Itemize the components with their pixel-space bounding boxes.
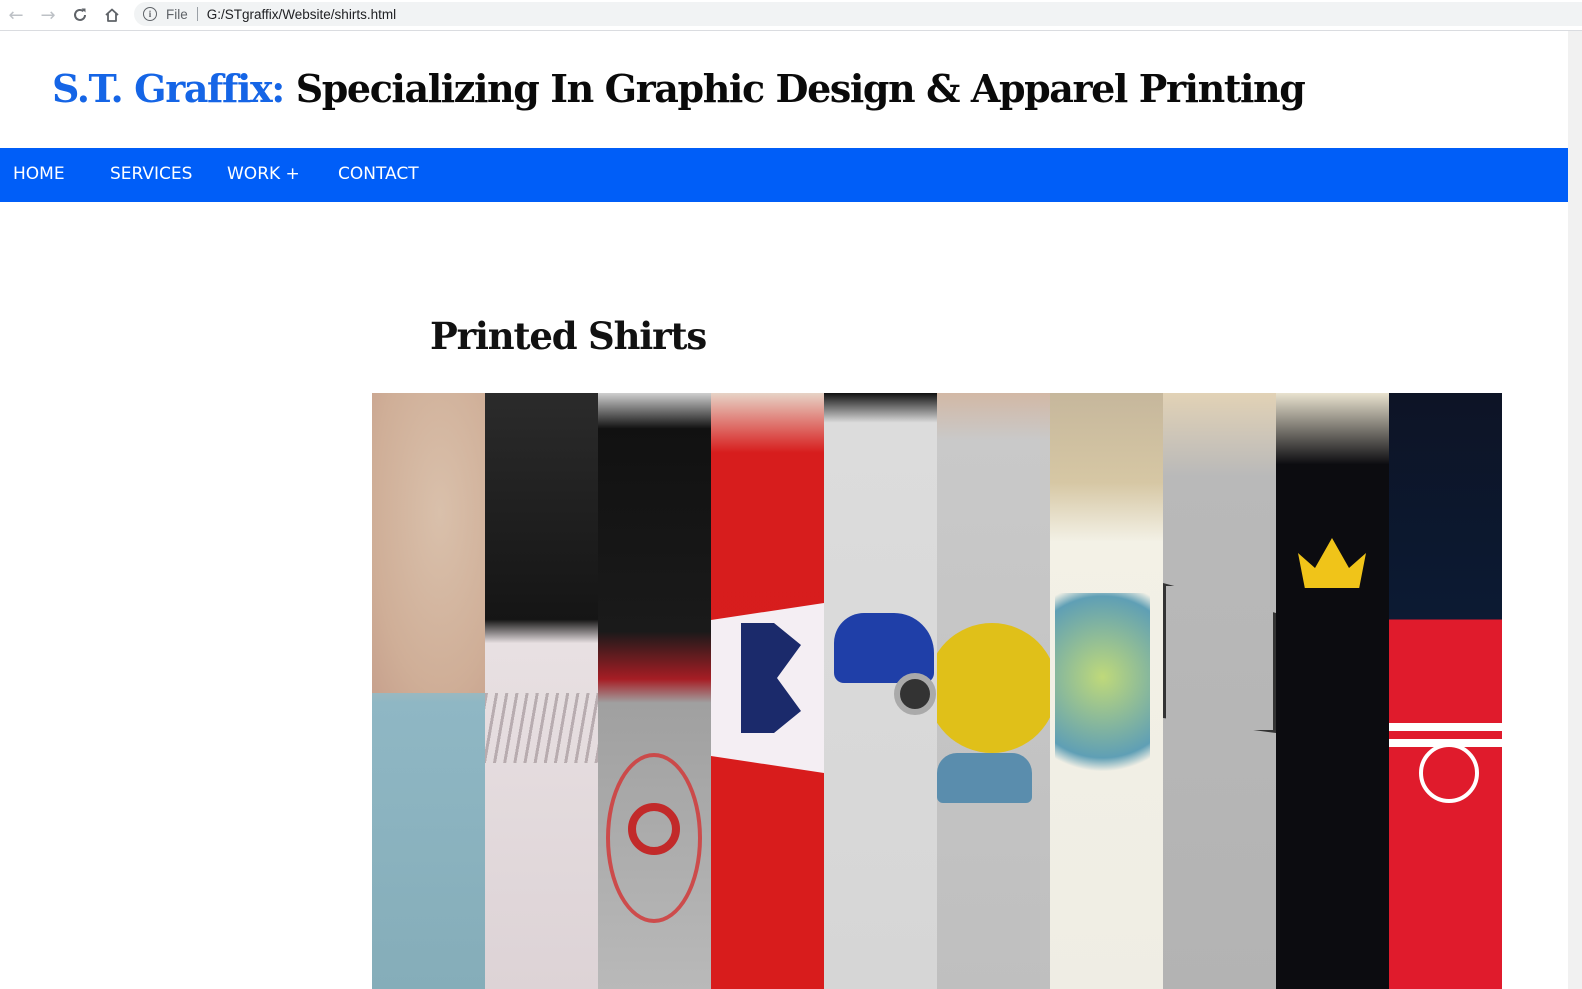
- page-scrollbar[interactable]: [1568, 31, 1582, 989]
- address-bar[interactable]: i File G:/STgraffix/Website/shirts.html: [134, 2, 1582, 26]
- forward-arrow-icon[interactable]: →: [32, 2, 64, 28]
- site-tagline: Specializing In Graphic Design & Apparel…: [283, 66, 1306, 111]
- gallery-slide[interactable]: [1389, 393, 1502, 989]
- main-nav: HOME SERVICES WORK + CONTACT: [0, 148, 1568, 202]
- site-title: S.T. Graffix: Specializing In Graphic De…: [52, 66, 1306, 111]
- nav-item-home[interactable]: HOME: [13, 164, 65, 184]
- gallery-slide[interactable]: [1276, 393, 1389, 989]
- gallery-slide[interactable]: [711, 393, 824, 989]
- shirt-gallery: [372, 393, 1502, 989]
- brand-name[interactable]: S.T. Graffix:: [52, 66, 285, 111]
- page-title: Printed Shirts: [430, 314, 707, 358]
- gallery-slide[interactable]: [1163, 393, 1276, 989]
- gallery-slide[interactable]: [372, 393, 485, 989]
- nav-item-work[interactable]: WORK +: [227, 164, 300, 184]
- file-scheme-label: File: [166, 6, 188, 22]
- home-icon[interactable]: [96, 2, 128, 28]
- gallery-slide[interactable]: [1050, 393, 1163, 989]
- site-info-icon[interactable]: i: [143, 7, 157, 21]
- nav-item-contact[interactable]: CONTACT: [338, 164, 419, 184]
- omnibox-divider: [196, 7, 198, 21]
- back-arrow-icon[interactable]: ←: [0, 2, 32, 28]
- gallery-slide[interactable]: [824, 393, 937, 989]
- gallery-slide[interactable]: [485, 393, 598, 989]
- nav-item-services[interactable]: SERVICES: [110, 164, 192, 184]
- reload-icon[interactable]: [64, 2, 96, 28]
- browser-toolbar: ← → i File G:/STgraffix/Website/shirts.h…: [0, 0, 1582, 31]
- gallery-slide[interactable]: [937, 393, 1050, 989]
- url-text[interactable]: G:/STgraffix/Website/shirts.html: [207, 7, 396, 22]
- gallery-slide[interactable]: [598, 393, 711, 989]
